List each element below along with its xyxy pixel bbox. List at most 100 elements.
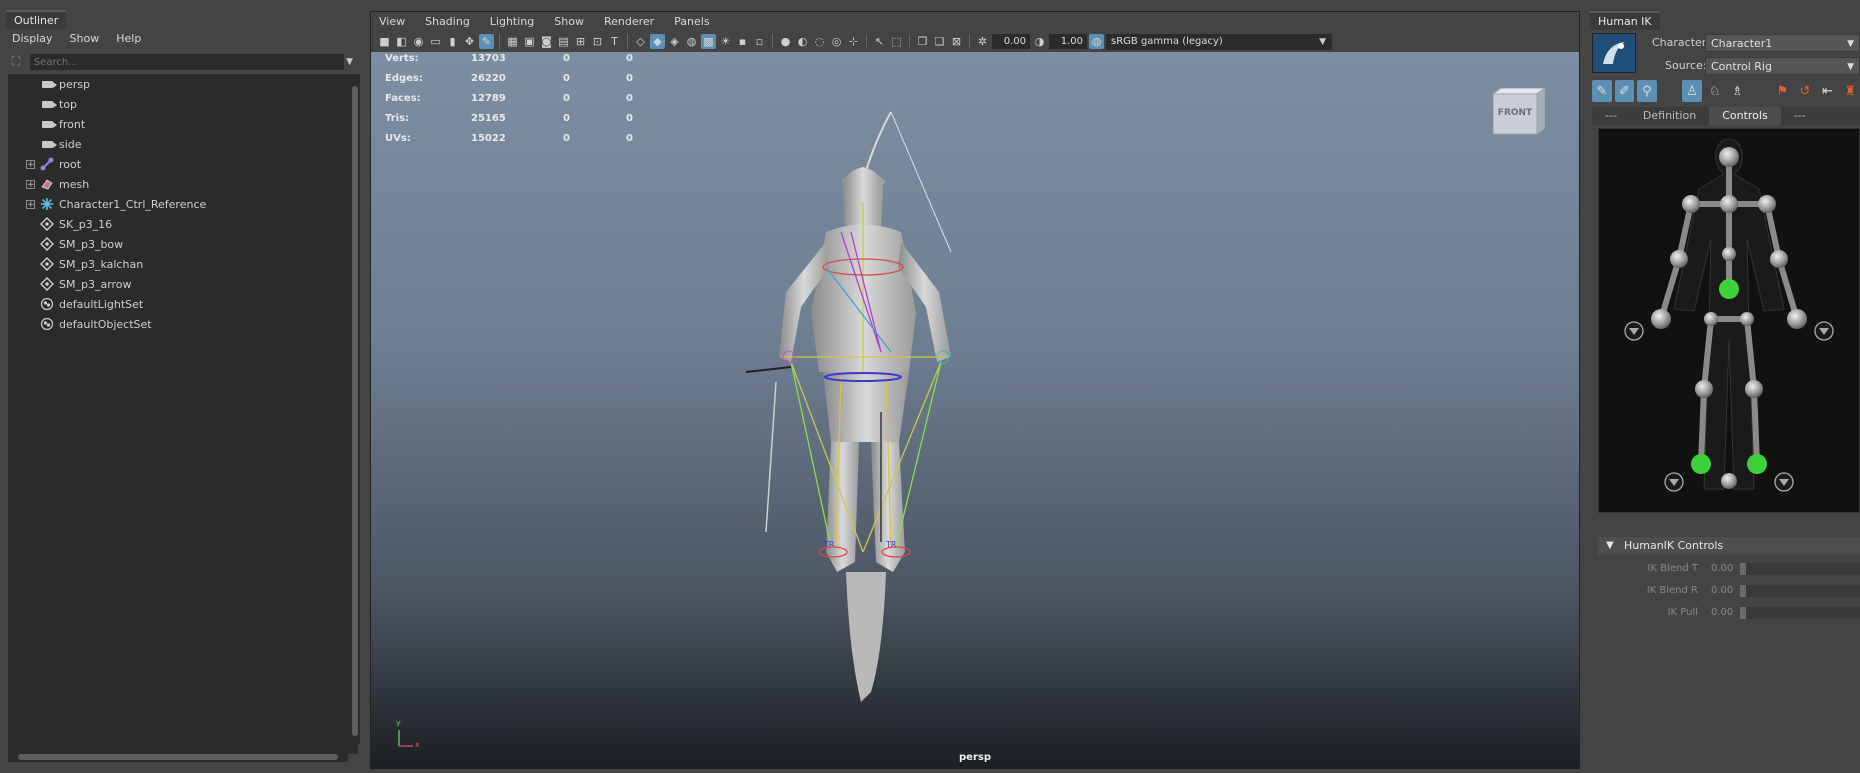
- mirror-icon[interactable]: ⇤: [1818, 80, 1838, 102]
- menu-view[interactable]: View: [379, 15, 405, 28]
- outliner-item-side[interactable]: side: [8, 134, 358, 154]
- wireframe-icon[interactable]: ◇: [633, 34, 648, 49]
- film-gate-icon[interactable]: ▣: [522, 34, 537, 49]
- ik-blend-t-slider[interactable]: [1740, 563, 1860, 575]
- search-input[interactable]: [29, 54, 345, 70]
- view-cube[interactable]: FRONT: [1491, 87, 1547, 138]
- menu-display[interactable]: Display: [12, 32, 53, 45]
- pin-all-icon[interactable]: ⚲: [1637, 80, 1657, 102]
- gamma-icon[interactable]: ◑: [1032, 34, 1047, 49]
- color-space-select[interactable]: sRGB gamma (legacy) ▼: [1106, 33, 1332, 50]
- search-dropdown-icon[interactable]: ▼: [346, 57, 358, 67]
- slider-knob[interactable]: [1740, 563, 1746, 575]
- safe-action-icon[interactable]: ⊡: [590, 34, 605, 49]
- select-tool-icon[interactable]: ↖: [872, 34, 887, 49]
- safe-title-icon[interactable]: T: [607, 34, 622, 49]
- paste-icon[interactable]: ❏: [932, 34, 947, 49]
- human-ik-logo[interactable]: [1592, 33, 1636, 73]
- source-select[interactable]: Control Rig ▼: [1705, 57, 1860, 75]
- scrollbar-thumb[interactable]: [18, 754, 338, 760]
- menu-renderer[interactable]: Renderer: [604, 15, 654, 28]
- expand-icon[interactable]: +: [26, 199, 35, 209]
- filter-icon[interactable]: ⛶: [8, 54, 24, 70]
- pin-translate-icon[interactable]: ✎: [1592, 80, 1612, 102]
- bookmarks-icon[interactable]: ◉: [411, 34, 426, 49]
- menu-panels[interactable]: Panels: [674, 15, 709, 28]
- outliner-item-top[interactable]: top: [8, 94, 358, 114]
- menu-show[interactable]: Show: [70, 32, 100, 45]
- human-ik-tab[interactable]: Human IK: [1590, 11, 1660, 30]
- isolate-select-icon[interactable]: ◌: [812, 34, 827, 49]
- menu-show[interactable]: Show: [554, 15, 584, 28]
- grid-icon[interactable]: ▦: [505, 34, 520, 49]
- outliner-vertical-scrollbar[interactable]: [350, 74, 360, 744]
- screen-space-ao-icon[interactable]: ▪: [735, 34, 750, 49]
- menu-shading[interactable]: Shading: [425, 15, 470, 28]
- camera-attributes-icon[interactable]: ◧: [394, 34, 409, 49]
- ik-control-value[interactable]: 0.00: [1711, 585, 1733, 596]
- xray-icon[interactable]: ◎: [829, 34, 844, 49]
- motion-blur-icon[interactable]: ▫: [752, 34, 767, 49]
- field-chart-icon[interactable]: ⊞: [573, 34, 588, 49]
- character-select[interactable]: Character1 ▼: [1705, 34, 1860, 52]
- outliner-item-character1-ctrl-reference[interactable]: + Character1_Ctrl_Reference: [8, 194, 358, 214]
- outliner-item-default-light-set[interactable]: defaultLightSet: [8, 294, 358, 314]
- textured-icon[interactable]: ◍: [684, 34, 699, 49]
- outliner-item-default-object-set[interactable]: defaultObjectSet: [8, 314, 358, 334]
- pin-rotate-icon[interactable]: ✐: [1614, 80, 1635, 102]
- wireframe-on-shaded-icon[interactable]: ◈: [667, 34, 682, 49]
- outliner-horizontal-scrollbar[interactable]: [8, 752, 348, 762]
- frame-icon[interactable]: ⊠: [949, 34, 964, 49]
- character-model[interactable]: TR TR: [371, 52, 1579, 768]
- select-camera-icon[interactable]: ■: [377, 34, 392, 49]
- multisample-aa-icon[interactable]: ●: [778, 34, 793, 49]
- exposure-field[interactable]: 0.00: [992, 34, 1030, 49]
- gamma-field[interactable]: 1.00: [1049, 34, 1087, 49]
- bookmark-icon[interactable]: ▮: [445, 34, 460, 49]
- ik-blend-r-slider[interactable]: [1740, 585, 1860, 597]
- outliner-item-persp[interactable]: persp: [8, 74, 358, 94]
- subtab-controls[interactable]: Controls: [1709, 107, 1781, 125]
- smooth-shade-icon[interactable]: ◆: [650, 34, 665, 49]
- component-mode-icon[interactable]: ⬚: [889, 34, 904, 49]
- full-body-icon[interactable]: ♙: [1682, 80, 1702, 102]
- outliner-tab[interactable]: Outliner: [6, 10, 67, 29]
- gate-mask-icon[interactable]: ▤: [556, 34, 571, 49]
- key-body-part-icon[interactable]: ♜: [1840, 80, 1860, 102]
- image-plane-icon[interactable]: ▭: [428, 34, 443, 49]
- ik-control-value[interactable]: 0.00: [1711, 607, 1733, 618]
- body-part-icon[interactable]: ♘: [1705, 80, 1725, 102]
- key-all-icon[interactable]: ⚑: [1773, 80, 1793, 102]
- expand-icon[interactable]: +: [26, 159, 35, 169]
- scrollbar-thumb[interactable]: [352, 86, 358, 736]
- exposure-icon[interactable]: ✲: [975, 34, 990, 49]
- use-all-lights-icon[interactable]: ▩: [701, 34, 716, 49]
- subtab-definition[interactable]: Definition: [1630, 107, 1709, 125]
- slider-knob[interactable]: [1740, 607, 1746, 619]
- subtab-right-more[interactable]: ---: [1781, 107, 1819, 125]
- copy-icon[interactable]: ❐: [915, 34, 930, 49]
- humanik-controls-section[interactable]: ▼ HumanIK Controls: [1598, 537, 1860, 555]
- selection-icon[interactable]: ♗: [1727, 80, 1747, 102]
- slider-knob[interactable]: [1740, 585, 1746, 597]
- outliner-item-sk-p3-16[interactable]: SK_p3_16: [8, 214, 358, 234]
- outliner-item-sm-p3-bow[interactable]: SM_p3_bow: [8, 234, 358, 254]
- xray-joints-icon[interactable]: ⊹: [846, 34, 861, 49]
- 2d-pan-zoom-icon[interactable]: ✥: [462, 34, 477, 49]
- collapse-icon[interactable]: ▼: [1606, 537, 1614, 555]
- depth-of-field-icon[interactable]: ◐: [795, 34, 810, 49]
- resolution-gate-icon[interactable]: ◙: [539, 34, 554, 49]
- color-management-icon[interactable]: ◍: [1089, 34, 1104, 49]
- outliner-item-mesh[interactable]: + mesh: [8, 174, 358, 194]
- expand-icon[interactable]: +: [26, 179, 35, 189]
- outliner-item-root[interactable]: + root: [8, 154, 358, 174]
- grease-pencil-icon[interactable]: ✎: [479, 34, 494, 49]
- shadows-icon[interactable]: ☀: [718, 34, 733, 49]
- viewport-scene[interactable]: Verts: 13703 0 0 Edges: 26220 0 0 Faces: 12789 0…: [371, 52, 1579, 768]
- outliner-item-sm-p3-kalchan[interactable]: SM_p3_kalchan: [8, 254, 358, 274]
- outliner-item-front[interactable]: front: [8, 114, 358, 134]
- outliner-item-sm-p3-arrow[interactable]: SM_p3_arrow: [8, 274, 358, 294]
- stance-pose-icon[interactable]: ↺: [1795, 80, 1815, 102]
- menu-help[interactable]: Help: [116, 32, 141, 45]
- ik-control-value[interactable]: 0.00: [1711, 563, 1733, 574]
